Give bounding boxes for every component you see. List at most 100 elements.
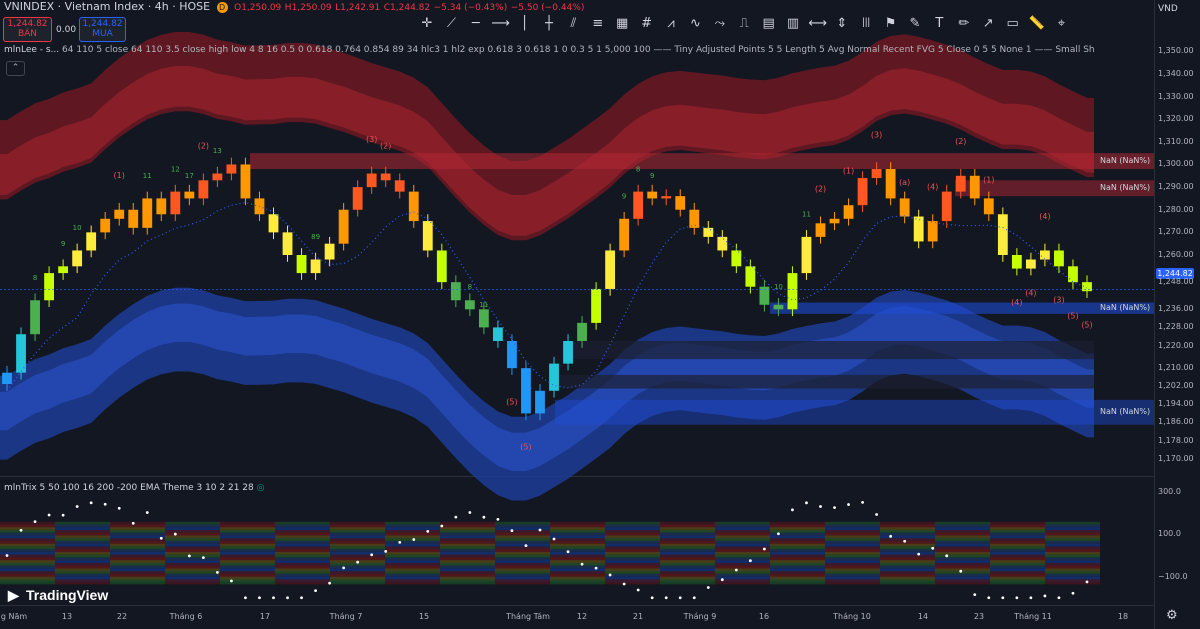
trix-dot xyxy=(524,544,528,548)
sell-button[interactable]: 1,244.82 BÁN xyxy=(3,17,52,42)
time-tick: Tháng 11 xyxy=(1014,612,1052,621)
ruler-icon[interactable]: 📏 xyxy=(1028,16,1046,31)
trix-dot xyxy=(215,570,219,574)
candle-body xyxy=(352,187,363,210)
date-range-icon[interactable]: ⟷ xyxy=(808,16,827,31)
gann-box-icon[interactable]: ▦ xyxy=(613,16,631,31)
flag-icon[interactable]: ⚑ xyxy=(882,16,900,31)
trix-heat-cell xyxy=(440,579,495,585)
time-tick: Tháng Tám xyxy=(506,612,550,621)
long-position-icon[interactable]: ▤ xyxy=(760,16,778,31)
candle-body xyxy=(170,191,181,215)
candle-body xyxy=(324,243,335,260)
text-icon[interactable]: T xyxy=(930,16,948,31)
wave-label: (2) xyxy=(955,137,966,146)
vertical-line-icon[interactable]: │ xyxy=(516,16,534,31)
trix-dot xyxy=(678,596,682,600)
trix-heat-cell xyxy=(385,579,440,585)
buy-button[interactable]: 1,244.82 MUA xyxy=(79,17,126,42)
trix-dot xyxy=(272,596,275,600)
candle-body xyxy=(941,191,952,222)
trix-dot xyxy=(1029,596,1033,600)
chart-stage[interactable]: (2) (1) (2) (3) (5) (1) (2) (4) (3) (a) (4) (2) (1)(… xyxy=(0,0,1200,629)
price-tick: 1,220.00 xyxy=(1158,340,1194,350)
bars-pattern-icon[interactable]: ꔖ xyxy=(857,16,875,31)
trix-dot xyxy=(847,503,850,506)
trix-dot xyxy=(510,529,514,533)
candle-body xyxy=(857,178,868,206)
crosshair-icon[interactable]: ✛ xyxy=(418,16,436,31)
eye-icon[interactable]: ◎ xyxy=(257,483,265,493)
buy-label: MUA xyxy=(92,29,113,39)
trix-heat-cell xyxy=(935,579,990,585)
price-tick: 1,170.00 xyxy=(1158,453,1194,463)
candle-body xyxy=(1068,266,1078,283)
forecast-icon[interactable]: ⤳ xyxy=(711,16,729,31)
horizontal-ray-icon[interactable]: ⟶ xyxy=(491,16,510,31)
trix-dot xyxy=(173,532,177,536)
cross-line-icon[interactable]: ┼ xyxy=(540,16,558,31)
indicator-legend[interactable]: mlnLee - s... 64 110 5 close 64 110 3.5 … xyxy=(4,45,1094,55)
count-label: 8 xyxy=(636,165,640,173)
parallel-channel-icon[interactable]: ⫽ xyxy=(564,16,582,31)
time-tick: Tháng 10 xyxy=(833,612,871,621)
arrow-icon[interactable]: ↗ xyxy=(979,16,997,31)
candle-body xyxy=(128,209,139,228)
candle-body xyxy=(212,173,223,181)
price-tick: 1,178.00 xyxy=(1158,435,1194,445)
trix-dot xyxy=(917,552,921,556)
symbol-title[interactable]: VNINDEX · Vietnam Index · 4h · HOSE xyxy=(4,0,210,13)
price-tick: 1,236.00 xyxy=(1158,304,1194,314)
tradingview-logo[interactable]: ▶ TradingView xyxy=(8,587,108,604)
trix-dot xyxy=(145,511,149,514)
candle-body xyxy=(436,250,447,283)
trix-dot xyxy=(538,528,542,532)
trix-dot xyxy=(903,539,907,543)
rectangle-icon[interactable]: ▭ xyxy=(1004,16,1022,31)
trix-tick: 300.0 xyxy=(1158,487,1181,497)
horizontal-line-icon[interactable]: ─ xyxy=(467,16,485,31)
trix-dot xyxy=(384,549,388,553)
trix-heat-cell xyxy=(55,579,110,585)
candle-body xyxy=(591,288,601,323)
time-tick: Tháng 6 xyxy=(169,612,203,621)
trix-dot xyxy=(650,596,654,600)
wave-label: (1) xyxy=(983,176,994,185)
trix-dot xyxy=(328,581,332,585)
trix-dot xyxy=(734,568,738,572)
price-range-icon[interactable]: ⇕ xyxy=(833,16,851,31)
pattern-icon[interactable]: ⩘ xyxy=(662,16,680,31)
trix-heat-cell xyxy=(990,579,1045,585)
short-position-icon[interactable]: ▥ xyxy=(784,16,802,31)
price-chart[interactable]: (2)(1)(2)(3)(5)(1)(2) (4)(3)(a)(4)(2)(1)(… xyxy=(0,0,1200,629)
time-tick: 16 xyxy=(758,612,770,621)
trix-dot xyxy=(370,553,374,557)
price-tick: 1,260.00 xyxy=(1158,250,1194,259)
note-icon[interactable]: ✎ xyxy=(906,16,924,31)
neutral-zone xyxy=(560,374,1094,389)
grid-icon[interactable]: # xyxy=(638,16,656,31)
trix-legend[interactable]: mlnTrix 5 50 100 16 200 -200 EMA Theme 3… xyxy=(4,483,264,493)
candle-body xyxy=(703,227,714,237)
collapse-legend-button[interactable]: ⌃ xyxy=(6,61,25,76)
currency-label[interactable]: VND xyxy=(1158,4,1178,14)
trix-dot xyxy=(931,546,935,550)
tradingview-text: TradingView xyxy=(26,587,109,603)
fib-retracement-icon[interactable]: ≡ xyxy=(589,16,607,31)
brush-icon[interactable]: ✏ xyxy=(955,16,973,31)
candle-body xyxy=(72,250,83,267)
candle-body xyxy=(464,300,475,310)
projection-icon[interactable]: ⎍ xyxy=(735,16,753,31)
gear-icon[interactable]: ⚙ xyxy=(1166,608,1178,623)
candle-body xyxy=(282,232,293,255)
candle-body xyxy=(86,232,97,251)
wave-icon[interactable]: ∿ xyxy=(686,16,704,31)
price-tick: 1,186.00 xyxy=(1158,417,1194,427)
trix-dot xyxy=(973,593,977,597)
trend-line-icon[interactable]: ⟋ xyxy=(442,16,460,31)
trix-dot xyxy=(833,506,836,510)
count-label: 9 xyxy=(650,172,654,180)
time-tick: 22 xyxy=(116,612,128,621)
neutral-zone xyxy=(570,341,1094,360)
measure-icon[interactable]: ⌖ xyxy=(1052,16,1070,31)
